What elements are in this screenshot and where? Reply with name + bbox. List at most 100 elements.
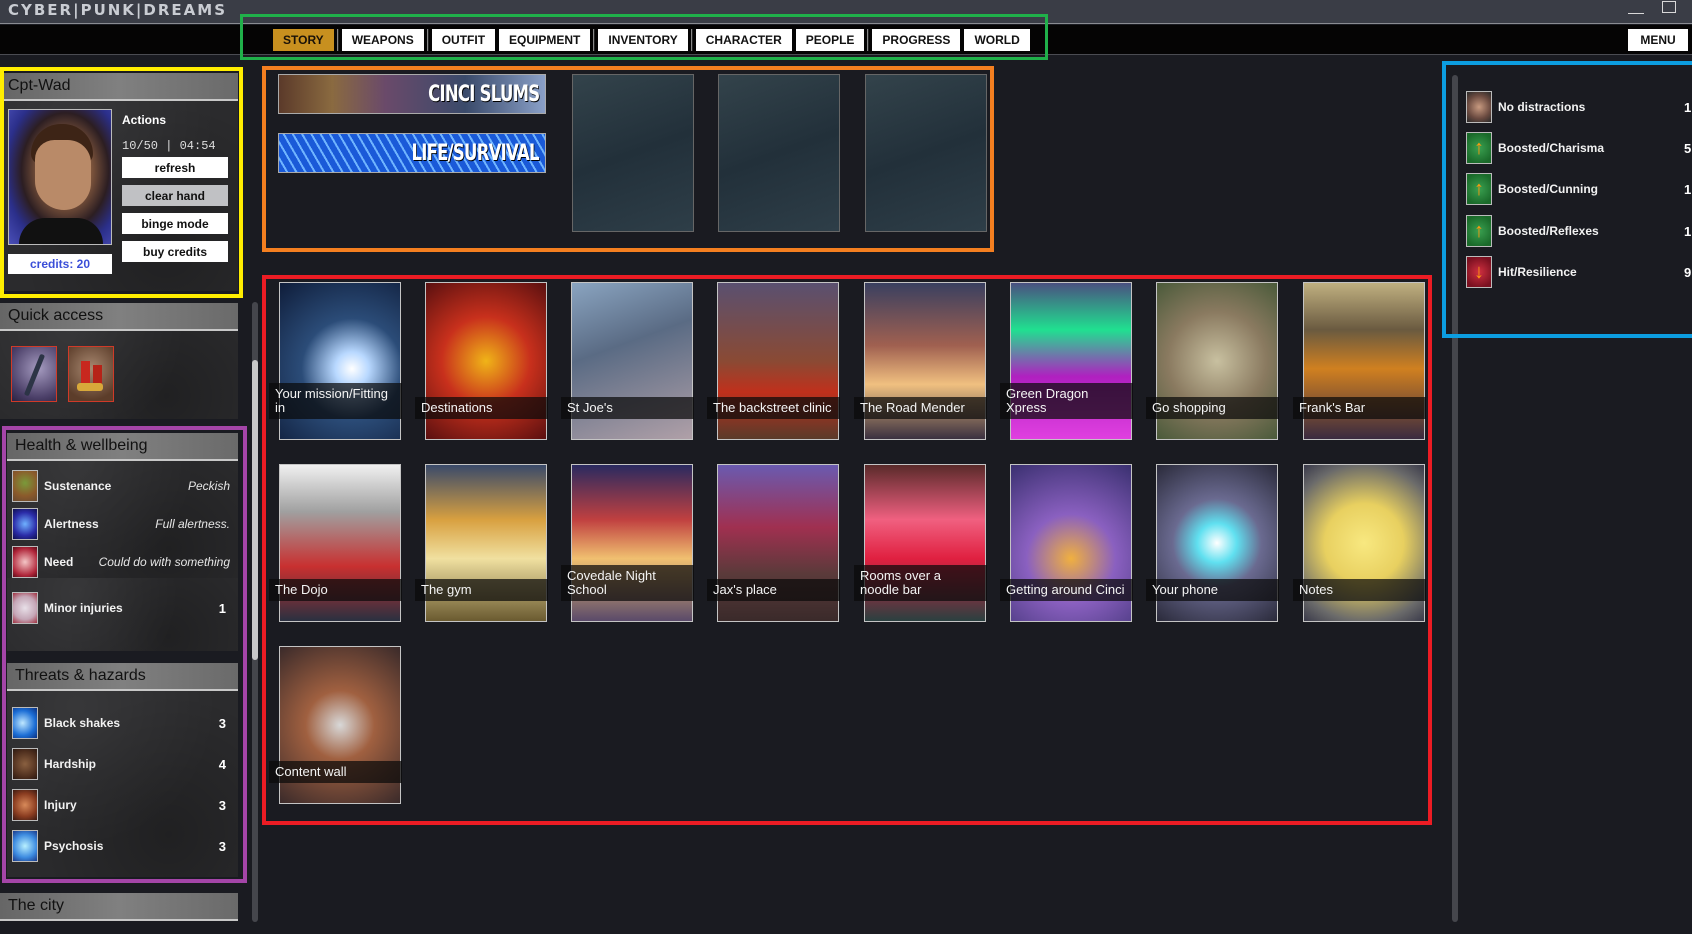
- game-window: CYBER|PUNK|DREAMS STORY WEAPONS OUTFIT E…: [0, 0, 1692, 934]
- health-panel: Health & wellbeing Sustenance Peckish Al…: [7, 433, 238, 578]
- health-item-minor-injuries[interactable]: Minor injuries 1: [12, 591, 230, 625]
- tab-world[interactable]: WORLD: [964, 29, 1030, 51]
- location-card-green-dragon[interactable]: Green Dragon Xpress: [1000, 282, 1133, 440]
- location-card-jaxs-place[interactable]: Jax's place: [707, 464, 840, 622]
- threats-title: Threats & hazards: [7, 663, 238, 691]
- effects-scrollbar[interactable]: [1452, 75, 1458, 922]
- location-card-covedale-night-school[interactable]: Covedale Night School: [561, 464, 694, 622]
- card-label: Go shopping: [1146, 397, 1279, 419]
- clear-hand-button[interactable]: clear hand: [122, 185, 228, 206]
- stat-value: Could do with something: [98, 555, 230, 569]
- maximize-icon[interactable]: [1662, 1, 1676, 13]
- main-tabs: STORY WEAPONS OUTFIT EQUIPMENT INVENTORY…: [273, 29, 1030, 51]
- shotgun-icon[interactable]: [11, 346, 57, 402]
- location-card-your-phone[interactable]: Your phone: [1146, 464, 1279, 622]
- actions-label: Actions: [122, 113, 167, 127]
- location-card-notes[interactable]: Notes: [1293, 464, 1426, 622]
- threats-panel: Threats & hazards Black shakes 3 Hardshi…: [7, 663, 238, 877]
- health-item-sustenance[interactable]: Sustenance Peckish: [12, 469, 230, 503]
- health-panel-continued: Minor injuries 1: [7, 578, 238, 651]
- card-label: The gym: [415, 579, 548, 601]
- effect-name: Boosted/Cunning: [1498, 182, 1598, 196]
- location-card-mission[interactable]: Your mission/Fitting in: [269, 282, 402, 440]
- card-label: The Road Mender: [854, 397, 987, 419]
- tab-weapons[interactable]: WEAPONS: [341, 29, 424, 51]
- effect-value: 5: [1684, 140, 1692, 156]
- stat-name: Minor injuries: [44, 601, 123, 615]
- hand-icon: [1466, 91, 1492, 123]
- location-card-road-mender[interactable]: The Road Mender: [854, 282, 987, 440]
- card-label: Frank's Bar: [1293, 397, 1426, 419]
- tab-inventory[interactable]: INVENTORY: [598, 29, 688, 51]
- stat-name: Black shakes: [44, 716, 121, 730]
- stat-value: 3: [218, 797, 226, 813]
- city-panel: The city: [0, 893, 238, 923]
- tab-equipment[interactable]: EQUIPMENT: [499, 29, 591, 51]
- effect-item-boosted-reflexes[interactable]: Boosted/Reflexes 1: [1466, 214, 1692, 248]
- effect-item-boosted-cunning[interactable]: Boosted/Cunning 1: [1466, 172, 1692, 206]
- card-label: Your phone: [1146, 579, 1279, 601]
- area-banner-cinci-slums[interactable]: CINCI SLUMS: [278, 74, 546, 114]
- character-portrait[interactable]: [8, 109, 112, 245]
- effect-item-no-distractions[interactable]: No distractions 1: [1466, 90, 1692, 124]
- card-label: Green Dragon Xpress: [1000, 383, 1133, 419]
- character-panel: Cpt-Wad credits: 20 Actions 10/50 | 04:5…: [0, 73, 238, 291]
- threat-item-psychosis[interactable]: Psychosis 3: [12, 829, 230, 863]
- stat-value: 3: [218, 838, 226, 854]
- credits-display: credits: 20: [8, 254, 112, 274]
- area-banner-life-survival[interactable]: LIFE/SURVIVAL: [278, 133, 546, 173]
- minimize-icon[interactable]: [1628, 2, 1644, 14]
- tab-character[interactable]: CHARACTER: [695, 29, 792, 51]
- banner-label: LIFE/SURVIVAL: [411, 140, 540, 166]
- tab-people[interactable]: PEOPLE: [795, 29, 865, 51]
- threat-item-black-shakes[interactable]: Black shakes 3: [12, 706, 230, 740]
- threat-item-injury[interactable]: Injury 3: [12, 788, 230, 822]
- location-card-backstreet-clinic[interactable]: The backstreet clinic: [707, 282, 840, 440]
- stat-value: 3: [218, 715, 226, 731]
- arrow-down-icon: [1466, 256, 1492, 288]
- location-card-franks-bar[interactable]: Frank's Bar: [1293, 282, 1426, 440]
- health-item-alertness[interactable]: Alertness Full alertness.: [12, 507, 230, 541]
- health-item-need[interactable]: Need Could do with something: [12, 545, 230, 579]
- alertness-icon: [12, 508, 38, 540]
- tab-progress[interactable]: PROGRESS: [872, 29, 961, 51]
- tab-story[interactable]: STORY: [273, 29, 334, 51]
- sidebar-scrollbar-thumb[interactable]: [252, 360, 258, 660]
- effect-name: No distractions: [1498, 100, 1586, 114]
- hardship-icon: [12, 748, 38, 780]
- arrow-up-icon: [1466, 215, 1492, 247]
- city-title[interactable]: The city: [0, 893, 238, 921]
- effect-item-hit-resilience[interactable]: Hit/Resilience 9: [1466, 255, 1692, 289]
- threat-item-hardship[interactable]: Hardship 4: [12, 747, 230, 781]
- menu-button[interactable]: MENU: [1628, 29, 1688, 51]
- location-card-st-joes[interactable]: St Joe's: [561, 282, 694, 440]
- character-name: Cpt-Wad: [0, 73, 238, 101]
- stat-name: Injury: [44, 798, 77, 812]
- card-label: Destinations: [415, 397, 548, 419]
- tab-divider: [867, 29, 870, 51]
- stat-name: Sustenance: [44, 479, 112, 493]
- card-label: Covedale Night School: [561, 565, 694, 601]
- effect-item-boosted-charisma[interactable]: Boosted/Charisma 5: [1466, 131, 1692, 165]
- card-label: Notes: [1293, 579, 1426, 601]
- card-label: Rooms over a noodle bar: [854, 565, 987, 601]
- card-label: Jax's place: [707, 579, 840, 601]
- location-card-destinations[interactable]: Destinations: [415, 282, 548, 440]
- location-card-gym[interactable]: The gym: [415, 464, 548, 622]
- effect-value: 1: [1684, 181, 1692, 197]
- location-card-dojo[interactable]: The Dojo: [269, 464, 402, 622]
- app-logo: CYBER|PUNK|DREAMS: [8, 1, 227, 19]
- card-label: Content wall: [269, 761, 402, 783]
- binge-mode-button[interactable]: binge mode: [122, 213, 228, 234]
- buy-credits-button[interactable]: buy credits: [122, 241, 228, 262]
- refresh-button[interactable]: refresh: [122, 157, 228, 178]
- tab-outfit[interactable]: OUTFIT: [431, 29, 496, 51]
- quick-access-panel: Quick access: [0, 303, 238, 419]
- actions-counter: 10/50 | 04:54: [122, 139, 216, 153]
- effect-name: Boosted/Reflexes: [1498, 224, 1599, 238]
- location-card-getting-around[interactable]: Getting around Cinci: [1000, 464, 1133, 622]
- location-card-rooms-noodle-bar[interactable]: Rooms over a noodle bar: [854, 464, 987, 622]
- shotgun-shells-icon[interactable]: [68, 346, 114, 402]
- location-card-go-shopping[interactable]: Go shopping: [1146, 282, 1279, 440]
- location-card-content-wall[interactable]: Content wall: [269, 646, 402, 804]
